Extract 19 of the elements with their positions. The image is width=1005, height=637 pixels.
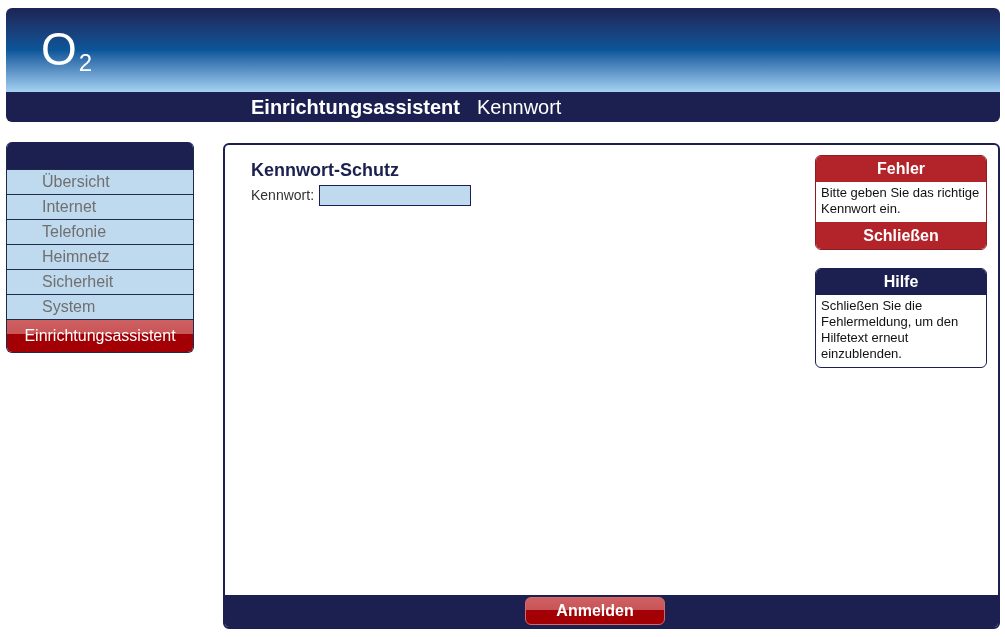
sidebar-item[interactable]: Heimnetz (7, 245, 193, 270)
box-title: Fehler (816, 156, 986, 182)
sidebar-item[interactable]: System (7, 295, 193, 320)
sidebar-item[interactable]: Sicherheit (7, 270, 193, 295)
close-button[interactable]: Schließen (816, 222, 986, 249)
box-message: Schließen Sie die Fehlermeldung, um den Hilfetext erneut einzublenden. (820, 297, 960, 363)
sidebar-item[interactable]: Übersicht (7, 170, 193, 195)
page-subtitle: Kennwort (476, 95, 562, 120)
login-button[interactable]: Anmelden (525, 597, 665, 625)
logo: O$_{2}$ (41, 26, 93, 72)
field-label: Kennwort: (251, 186, 315, 205)
box-message: Bitte geben Sie das richtige Kennwort ein. (820, 184, 981, 218)
box-title: Hilfe (816, 269, 986, 295)
sidebar-item[interactable]: Internet (7, 195, 193, 220)
page-title: Einrichtungsassistent (251, 95, 460, 120)
section-heading: Kennwort-Schutz (251, 159, 400, 181)
sidebar-item[interactable]: Einrichtungsassistent (7, 320, 193, 352)
password-field[interactable] (319, 185, 472, 206)
sidebar-item[interactable]: Telefonie (7, 220, 193, 245)
